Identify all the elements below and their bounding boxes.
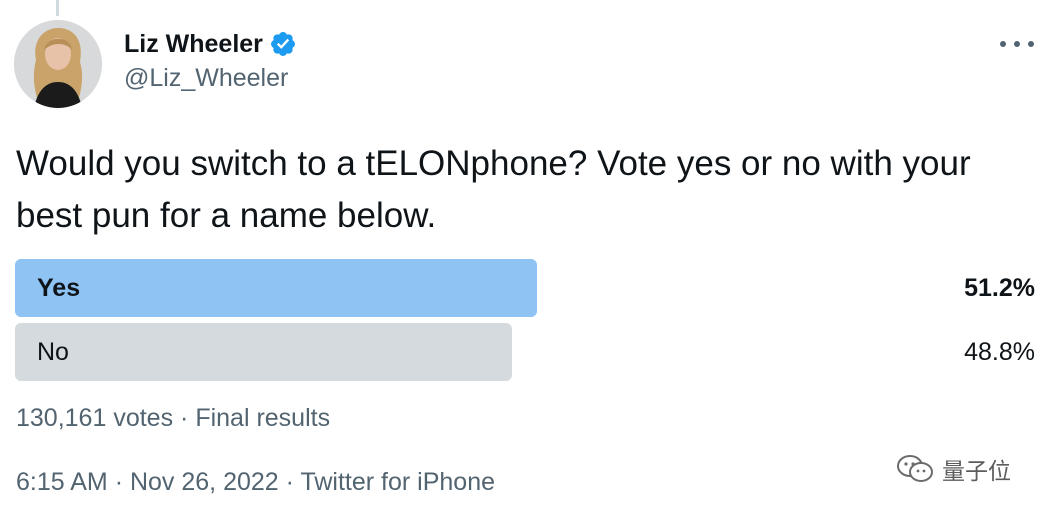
separator: ·	[180, 404, 189, 432]
watermark: 量子位	[896, 452, 1011, 486]
separator: ·	[285, 468, 294, 496]
tweet-timestamp: 6:15 AM · Nov 26, 2022 · Twitter for iPh…	[16, 468, 495, 497]
avatar-image	[14, 20, 102, 108]
dot	[1000, 41, 1006, 47]
author-name[interactable]: Liz Wheeler	[124, 30, 263, 59]
tweet-source-link[interactable]: Twitter for iPhone	[300, 468, 495, 496]
author-handle[interactable]: @Liz_Wheeler	[124, 64, 288, 93]
poll-option-yes: Yes 51.2%	[15, 259, 1037, 317]
more-dots-icon[interactable]	[1000, 32, 1034, 56]
tweet-card: Liz Wheeler @Liz_Wheeler Would you switc…	[0, 0, 1054, 516]
avatar[interactable]	[14, 20, 102, 108]
dot	[1014, 41, 1020, 47]
poll-option-percent: 51.2%	[964, 274, 1035, 302]
tweet-text: Would you switch to a tELONphone? Vote y…	[16, 144, 971, 235]
separator: ·	[114, 468, 124, 496]
wechat-logo-icon	[897, 455, 933, 482]
poll-meta: 130,161 votes · Final results	[16, 404, 330, 433]
tweet-date: Nov 26, 2022	[129, 468, 279, 496]
poll-option-percent: 48.8%	[964, 338, 1035, 366]
poll-votes: 130,161 votes	[16, 404, 174, 432]
thread-connector-line	[56, 0, 59, 16]
poll-option-no: No 48.8%	[15, 323, 1037, 381]
verified-badge-icon	[270, 32, 295, 56]
poll-option-label: Yes	[37, 274, 81, 302]
poll-option-label: No	[37, 338, 69, 366]
poll-bar-yes	[15, 259, 537, 317]
poll-status: Final results	[195, 404, 331, 432]
tweet-time: 6:15 AM	[16, 468, 108, 496]
tweet-time-link[interactable]: 6:15 AM · Nov 26, 2022	[16, 468, 279, 496]
author-name-row: Liz Wheeler	[124, 28, 297, 60]
watermark-text: 量子位	[942, 458, 1011, 484]
dot	[1028, 41, 1034, 47]
poll-bar-no	[15, 323, 512, 381]
